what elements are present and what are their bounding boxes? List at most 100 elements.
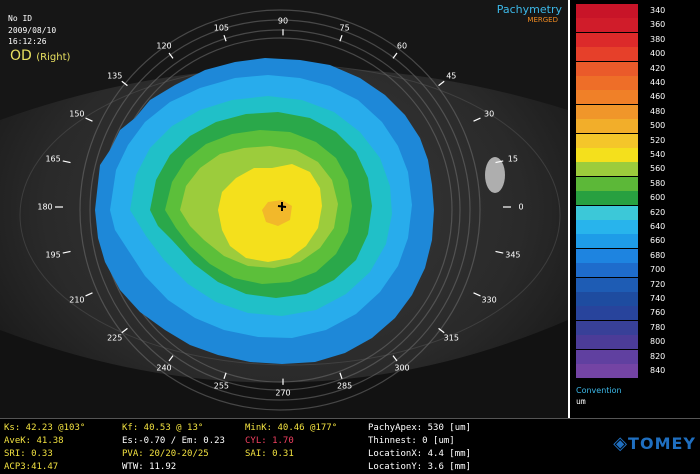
map-mode-title[interactable]: Pachymetry [497,3,562,16]
eye-side-label: OD (Right) [10,48,70,64]
axis-label: 300 [394,363,410,373]
axis-label: 255 [213,381,230,391]
scale-value-label: 360 [650,20,666,30]
color-scale-panel: 340 360 380 400 420 440 460 480 500 520 540 560 580 6… [568,0,700,418]
axis-label: 270 [275,388,291,398]
logo-text: TOMEY [628,434,696,453]
scale-value-label: 420 [650,63,666,73]
exam-date: 2009/08/10 [8,26,57,35]
scale-swatch [576,90,638,105]
pachy-apex-value: PachyApex: 530 [um] [368,423,471,433]
convention-label[interactable]: Convention [576,386,622,395]
scale-swatch [576,76,638,90]
axis-label: 45 [446,71,457,81]
axis-label: 240 [156,363,172,373]
measurements-panel: Ks: 42.23 @103° AveK: 41.38 SRI: 0.33 AC… [0,418,700,474]
scale-value-label: 340 [650,6,666,15]
pachymetry-map-view[interactable]: No ID 2009/08/10 16:12:26 OD (Right) Pac… [0,0,568,418]
mink-value: MinK: 40.46 @177° [245,423,338,433]
scale-swatch [576,148,638,162]
scale-value-label: 660 [650,236,666,246]
scale-value-label: 460 [650,92,666,102]
scale-value-label: 640 [650,222,666,231]
scale-swatch [576,335,638,350]
tomey-logo: ◈TOMEY [613,433,696,454]
scale-value-label: 500 [650,121,666,131]
eye-image [0,0,568,418]
scale-swatch [576,119,638,134]
scale-swatch [576,61,638,76]
axis-label: 15 [507,154,518,164]
scale-swatch [576,248,638,263]
scale-swatch [576,18,638,33]
avek-value: AveK: 41.38 [4,436,64,446]
scale-value-label: 440 [650,78,666,87]
cyl-value: CYL: 1.70 [245,436,294,446]
axis-label: 285 [336,381,353,391]
scale-swatch [576,191,638,206]
eye-side: (Right) [36,52,71,63]
scale-value-label: 820 [650,351,666,361]
kf-value: Kf: 40.53 @ 13° [122,423,204,433]
axis-label: 225 [107,333,123,343]
scale-value-label: 620 [650,207,666,217]
axis-label: 195 [45,250,61,260]
scale-value-label: 520 [650,135,666,145]
pva-value: PVA: 20/20-20/25 [122,449,209,459]
scale-value-label: 380 [650,34,666,44]
scale-swatch [576,32,638,47]
scale-swatch [576,104,638,119]
scale-value-label: 700 [650,265,666,275]
scale-swatch [576,320,638,335]
axis-label: 330 [481,295,497,305]
scale-value-label: 840 [650,366,666,375]
eye-code: OD [10,48,32,64]
wtw-value: WTW: 11.92 [122,462,177,472]
sai-value: SAI: 0.31 [245,449,294,459]
scale-swatch [576,205,638,220]
scale-value-label: 560 [650,164,666,174]
scale-value-label: 680 [650,250,666,260]
scale-value-label: 580 [650,178,666,188]
scale-value-label: 780 [650,322,666,332]
acp-value: ACP3:41.47 [4,462,59,472]
scale-swatch [576,162,638,177]
axis-label: 345 [505,250,521,260]
scale-value-label: 740 [650,294,666,303]
axis-label: 315 [443,333,459,343]
ks-value: Ks: 42.23 @103° [4,423,86,433]
scale-value-label: 540 [650,150,666,159]
axis-label: 210 [69,295,85,305]
axis-label: 75 [339,23,350,33]
map-mode-subtitle: MERGED [527,16,558,24]
scale-swatch [576,133,638,148]
scale-value-label: 760 [650,308,666,318]
scale-swatch [576,263,638,278]
axis-label: 120 [156,41,172,51]
axis-label: 150 [69,109,85,119]
scale-value-label: 720 [650,279,666,289]
scale-swatch [576,277,638,292]
axis-label: 30 [484,109,495,119]
scale-swatch [576,234,638,249]
es-em-value: Es:-0.70 / Em: 0.23 [122,436,225,446]
axis-label: 135 [107,71,123,81]
scale-swatch [576,306,638,321]
exam-time: 16:12:26 [8,37,47,46]
axis-label: 165 [45,154,61,164]
axis-label: 180 [37,202,53,212]
location-y-value: LocationY: 3.6 [mm] [368,462,471,472]
axis-label: 105 [213,23,230,33]
axis-label: 90 [277,16,289,26]
patient-id: No ID [8,14,33,23]
scale-swatch [576,364,638,378]
scale-value-label: 480 [650,106,666,116]
scale-value-label: 600 [650,193,666,203]
scale-swatch [576,176,638,191]
scale-swatch [576,292,638,306]
scale-swatch [576,349,638,364]
axis-label: 0 [518,202,524,212]
scale-value-label: 800 [650,337,666,347]
location-x-value: LocationX: 4.4 [mm] [368,449,471,459]
logo-glyph: ◈ [613,433,629,454]
